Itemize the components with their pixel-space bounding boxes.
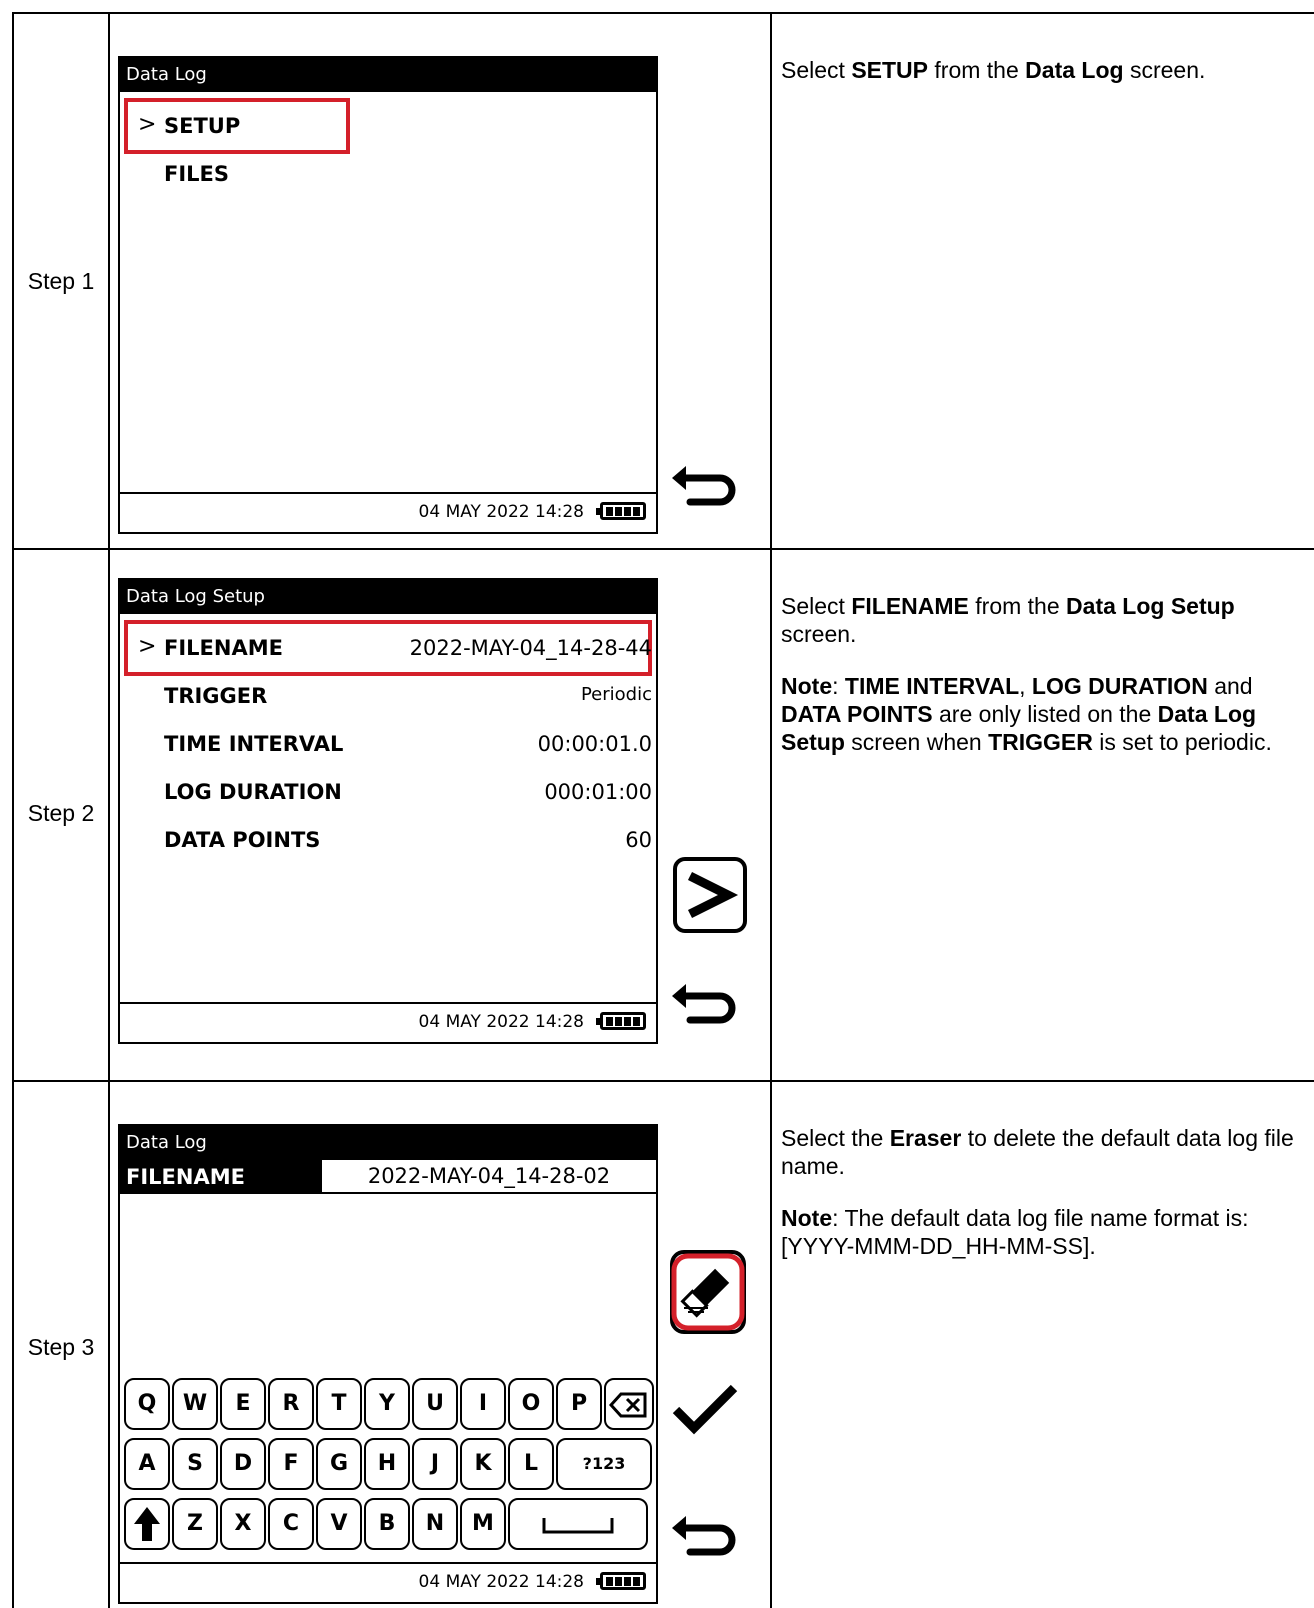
battery-icon — [596, 502, 646, 520]
setting-value-time-interval: 00:00:01.0 — [537, 732, 652, 756]
key-u[interactable]: U — [412, 1378, 458, 1430]
battery-icon — [596, 1012, 646, 1030]
footer-divider — [120, 1002, 656, 1004]
chevron-right-icon: > — [138, 634, 157, 659]
column-divider-1 — [108, 12, 110, 1608]
key-q[interactable]: Q — [124, 1378, 170, 1430]
key-m[interactable]: M — [460, 1498, 506, 1550]
filename-input[interactable]: 2022-MAY-04_14-28-02 — [320, 1160, 656, 1194]
key-l[interactable]: L — [508, 1438, 554, 1490]
key-j[interactable]: J — [412, 1438, 458, 1490]
key-v[interactable]: V — [316, 1498, 362, 1550]
footer-divider — [120, 492, 656, 494]
key-d[interactable]: D — [220, 1438, 266, 1490]
key-s[interactable]: S — [172, 1438, 218, 1490]
setting-label-log-duration[interactable]: LOG DURATION — [164, 780, 342, 804]
backspace-icon[interactable] — [604, 1378, 654, 1430]
back-arrow-icon[interactable] — [668, 1514, 738, 1562]
row-divider-2 — [12, 1080, 1314, 1082]
setting-value-data-points: 60 — [625, 828, 652, 852]
step-1-description: Select SETUP from the Data Log screen. — [781, 56, 1311, 108]
key-o[interactable]: O — [508, 1378, 554, 1430]
key-i[interactable]: I — [460, 1378, 506, 1430]
description-paragraph: Select FILENAME from the Data Log Setup … — [781, 593, 1235, 647]
key-w[interactable]: W — [172, 1378, 218, 1430]
screen-title: Data Log Setup — [120, 580, 656, 614]
on-screen-keyboard: Q W E R T Y U I O P A S D F G H J K L ?123 Z X C V B N M — [124, 1378, 654, 1552]
status-datetime: 04 MAY 2022 14:28 — [418, 1012, 584, 1032]
description-paragraph: Select the Eraser to delete the default … — [781, 1125, 1294, 1179]
note-paragraph: Note: TIME INTERVAL, LOG DURATION and DA… — [781, 673, 1272, 755]
step-3-description: Select the Eraser to delete the default … — [781, 1124, 1311, 1284]
eraser-icon[interactable] — [668, 1248, 748, 1336]
key-x[interactable]: X — [220, 1498, 266, 1550]
setting-value-log-duration: 000:01:00 — [544, 780, 652, 804]
status-datetime: 04 MAY 2022 14:28 — [418, 1572, 584, 1592]
key-c[interactable]: C — [268, 1498, 314, 1550]
step-2-description: Select FILENAME from the Data Log Setup … — [781, 592, 1311, 780]
key-t[interactable]: T — [316, 1378, 362, 1430]
description-paragraph: Select SETUP from the Data Log screen. — [781, 57, 1206, 83]
data-log-screen: Data Log > SETUP FILES 04 MAY 2022 14:28 — [118, 56, 658, 534]
status-datetime: 04 MAY 2022 14:28 — [418, 502, 584, 522]
step-label-1: Step 1 — [27, 268, 95, 294]
key-h[interactable]: H — [364, 1438, 410, 1490]
next-chevron-icon[interactable] — [672, 856, 748, 934]
screen-title: Data Log — [126, 1132, 207, 1153]
key-a[interactable]: A — [124, 1438, 170, 1490]
step-label-3: Step 3 — [27, 1334, 95, 1360]
setting-label-time-interval[interactable]: TIME INTERVAL — [164, 732, 343, 756]
screen-title: Data Log — [120, 58, 656, 92]
key-f[interactable]: F — [268, 1438, 314, 1490]
table-border-top — [12, 12, 1314, 14]
menu-item-files[interactable]: FILES — [164, 162, 229, 186]
back-arrow-icon[interactable] — [668, 464, 738, 512]
setting-label-data-points[interactable]: DATA POINTS — [164, 828, 320, 852]
key-r[interactable]: R — [268, 1378, 314, 1430]
key-symbols[interactable]: ?123 — [556, 1438, 652, 1490]
check-icon[interactable] — [670, 1380, 740, 1438]
row-divider-1 — [12, 548, 1314, 550]
key-p[interactable]: P — [556, 1378, 602, 1430]
column-divider-2 — [770, 12, 772, 1608]
footer-divider — [120, 1562, 656, 1564]
key-n[interactable]: N — [412, 1498, 458, 1550]
filename-entry-screen: Data Log FILENAME 2022-MAY-04_14-28-02 Q… — [118, 1124, 658, 1604]
space-bar-icon[interactable] — [508, 1498, 648, 1550]
setting-value-trigger: Periodic — [580, 684, 652, 705]
battery-icon — [596, 1572, 646, 1590]
key-k[interactable]: K — [460, 1438, 506, 1490]
setting-label-trigger[interactable]: TRIGGER — [164, 684, 267, 708]
setting-value-filename: 2022-MAY-04_14-28-44 — [409, 636, 652, 660]
data-log-setup-screen: Data Log Setup > FILENAME 2022-MAY-04_14… — [118, 578, 658, 1044]
back-arrow-icon[interactable] — [668, 982, 738, 1030]
key-z[interactable]: Z — [172, 1498, 218, 1550]
note-paragraph: Note: The default data log file name for… — [781, 1205, 1249, 1259]
key-b[interactable]: B — [364, 1498, 410, 1550]
key-g[interactable]: G — [316, 1438, 362, 1490]
key-e[interactable]: E — [220, 1378, 266, 1430]
step-label-2: Step 2 — [27, 800, 95, 826]
key-y[interactable]: Y — [364, 1378, 410, 1430]
chevron-right-icon: > — [138, 112, 157, 137]
setting-label-filename[interactable]: FILENAME — [164, 636, 283, 660]
menu-item-setup[interactable]: SETUP — [164, 114, 240, 138]
shift-icon[interactable] — [124, 1498, 170, 1550]
